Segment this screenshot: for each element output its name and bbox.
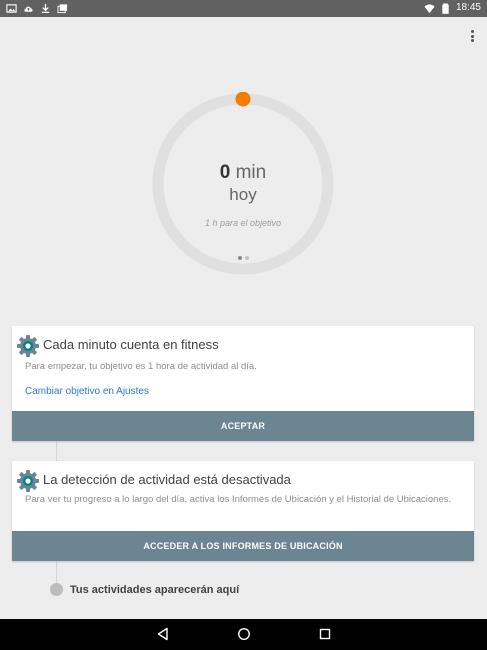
clock: 18:45	[455, 2, 481, 13]
recents-icon[interactable]	[318, 627, 332, 641]
minutes-value: 0 min	[151, 162, 335, 184]
menu-dot	[470, 34, 474, 38]
accept-button[interactable]: ACEPTAR	[12, 411, 474, 441]
wifi-icon	[424, 3, 435, 13]
page-dot	[244, 256, 249, 260]
minutes-number: 0	[219, 162, 231, 183]
period-label: hoy	[229, 185, 257, 204]
daily-progress-ring[interactable]: 0 min hoy 1 h para el objetivo	[151, 92, 335, 276]
card-title: Cada minuto cuenta en fitness	[43, 337, 219, 352]
activities-label: Tus actividades aparecerán aquí	[70, 583, 240, 596]
page-indicator	[151, 256, 335, 260]
card-body: Para ver tu progreso a lo largo del día,…	[25, 494, 452, 505]
activities-placeholder: Tus actividades aparecerán aquí	[50, 583, 239, 596]
notification-icons	[6, 3, 68, 14]
goal-remaining: 1 h para el objetivo	[204, 218, 282, 228]
cloud-upload-icon	[24, 6, 33, 12]
overflow-menu-icon[interactable]	[467, 28, 477, 44]
menu-dot	[470, 30, 474, 33]
card-title: La detección de actividad está desactiva…	[43, 472, 291, 487]
image-icon	[6, 4, 17, 13]
navigation-bar	[0, 619, 487, 650]
gear-icon	[17, 335, 39, 357]
battery-icon	[442, 2, 449, 14]
photos-icon	[57, 4, 68, 14]
location-reports-button[interactable]: ACCEDER A LOS INFORMES DE UBICACIÓN	[12, 531, 474, 561]
menu-dot	[470, 39, 474, 42]
gear-icon	[17, 470, 39, 492]
timeline-dot	[50, 583, 63, 596]
location-card: La detección de actividad está desactiva…	[12, 461, 474, 561]
page-dot-active	[237, 256, 242, 260]
goal-card: Cada minuto cuenta en fitness Para empez…	[12, 326, 474, 441]
back-icon[interactable]	[156, 627, 170, 641]
change-goal-link[interactable]: Cambiar objetivo en Ajustes	[25, 386, 149, 397]
system-icons: 18:45	[424, 2, 481, 14]
ring-content: 0 min hoy 1 h para el objetivo	[151, 92, 335, 276]
minutes-unit: min	[235, 162, 267, 183]
status-bar: 18:45	[0, 0, 487, 17]
download-icon	[41, 3, 50, 13]
card-body: Para empezar, tu objetivo es 1 hora de a…	[25, 361, 257, 372]
home-icon[interactable]	[237, 627, 251, 641]
